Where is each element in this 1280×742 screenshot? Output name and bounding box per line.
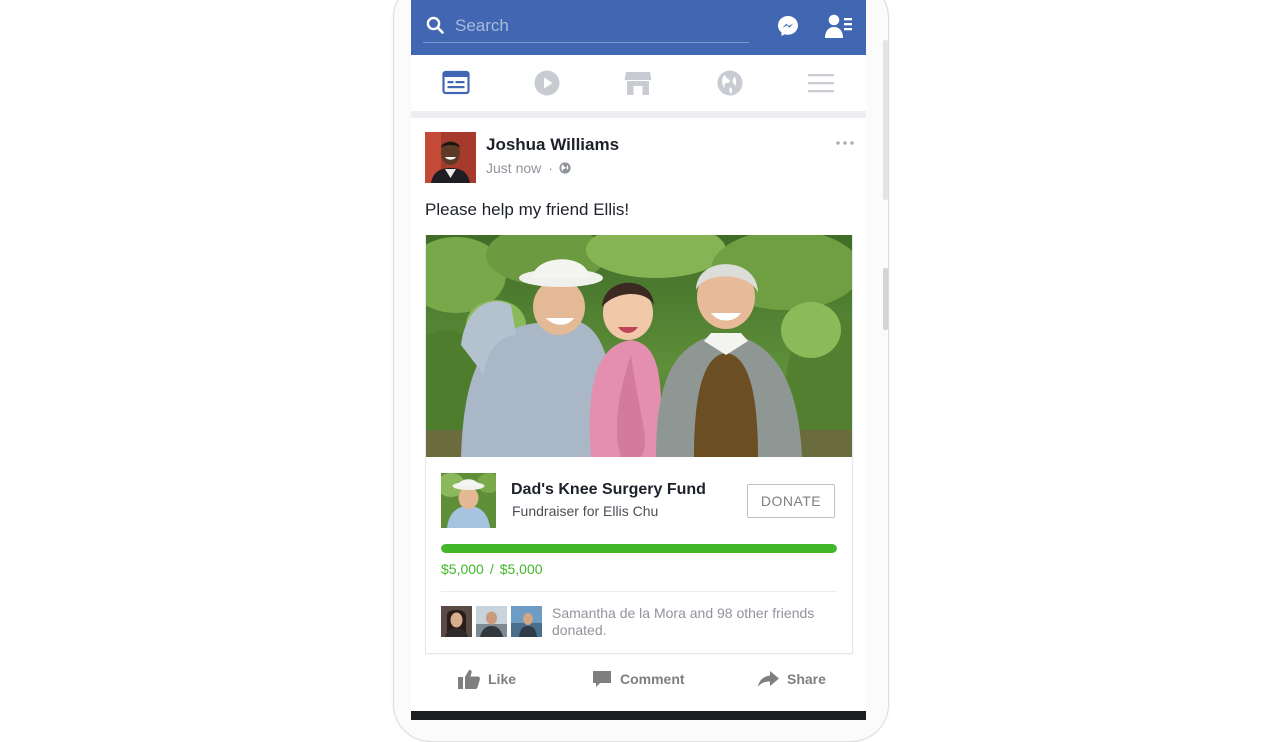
comment-label: Comment [620,671,685,687]
fundraiser-thumbnail[interactable] [441,473,496,528]
post-text: Please help my friend Ellis! [425,200,630,219]
fundraiser-amount: $5,000 / $5,000 [441,561,543,577]
fundraiser-subtitle: Fundraiser for Ellis Chu [512,503,659,519]
donors-summary[interactable]: Samantha de la Mora and 98 other friends… [552,605,842,639]
phone-side-button [883,40,888,200]
feed-post: Joshua Williams Just now · Please help m… [411,118,866,720]
globe-icon [559,162,571,174]
like-label: Like [488,671,517,687]
fundraiser-progress-bar [441,544,837,553]
feed-separator [411,111,866,118]
search-input[interactable] [455,14,735,38]
donate-button[interactable]: DONATE [747,484,835,518]
amount-goal: $5,000 [499,561,543,577]
post-meta: Just now · [486,160,571,176]
phone-side-button [883,268,888,330]
amount-separator: / [489,561,494,577]
amount-raised: $5,000 [441,561,484,577]
tab-bar [411,55,866,112]
share-button[interactable]: Share [758,662,826,696]
search-icon [426,16,444,34]
post-actions: Like Comment Share [411,662,866,696]
tab-notifications[interactable] [715,69,745,97]
tab-news-feed[interactable] [441,69,471,97]
friend-requests-icon[interactable] [825,13,853,39]
meta-separator: · [548,160,553,176]
comment-icon [593,671,611,687]
like-button[interactable]: Like [458,662,516,696]
messenger-icon[interactable] [776,14,800,38]
donor-avatars[interactable] [441,606,542,637]
author-name[interactable]: Joshua Williams [486,135,619,155]
donor-avatar[interactable] [441,606,472,637]
comment-button[interactable]: Comment [592,662,685,696]
fundraiser-photo[interactable] [426,235,852,457]
donor-avatar[interactable] [476,606,507,637]
fundraiser-title[interactable]: Dad's Knee Surgery Fund [511,481,706,499]
fundraiser-card[interactable]: Dad's Knee Surgery Fund Fundraiser for E… [425,235,853,654]
progress-fill [441,544,837,553]
share-label: Share [787,671,826,687]
card-divider [441,591,837,592]
phone-screen: Joshua Williams Just now · Please help m… [411,0,866,720]
post-timestamp[interactable]: Just now [486,160,541,176]
tab-watch[interactable] [532,69,562,97]
tab-marketplace[interactable] [623,69,653,97]
donor-avatar[interactable] [511,606,542,637]
more-options-icon[interactable] [835,140,855,146]
thumbs-up-icon [458,669,480,689]
author-avatar[interactable] [425,132,476,183]
share-icon [758,671,779,687]
next-post-edge [411,711,866,720]
tab-menu[interactable] [806,69,836,97]
search-bar[interactable] [423,10,749,43]
top-bar [411,0,866,55]
